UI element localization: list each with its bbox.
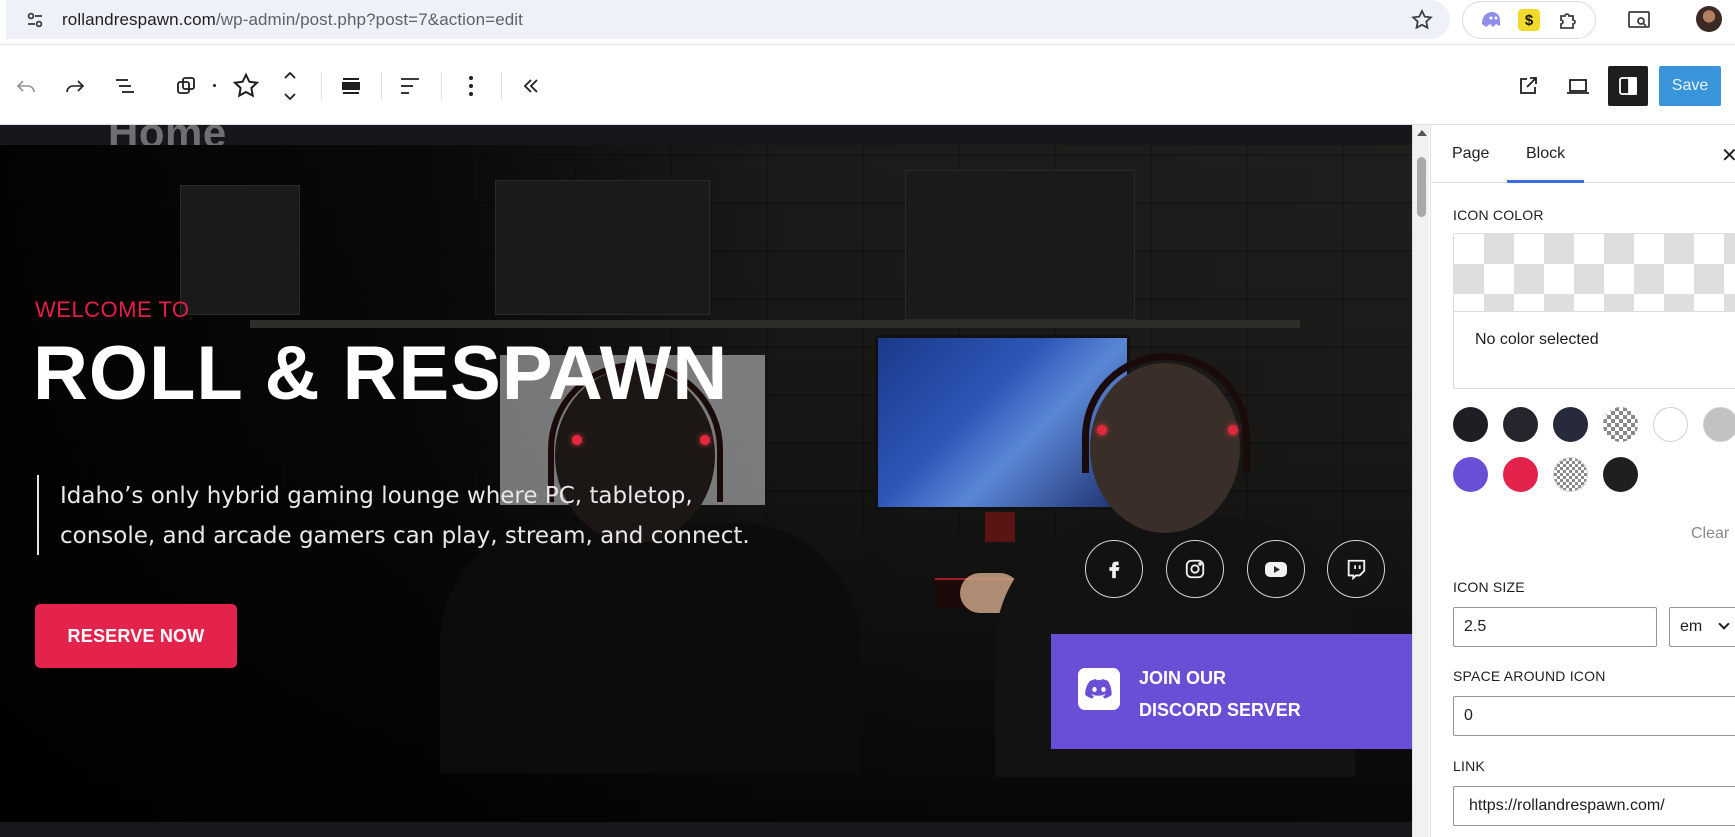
list-view-icon[interactable] [105,66,145,106]
browser-address-bar: rollandrespawn.com/wp-admin/post.php?pos… [0,0,1735,45]
discord-icon [1078,668,1120,710]
reserve-now-button[interactable]: RESERVE NOW [35,604,237,668]
headphone-led [700,435,710,445]
color-swatch[interactable] [1453,407,1488,442]
discord-line-1: JOIN OUR [1139,668,1227,688]
color-indicator[interactable]: No color selected [1453,233,1735,389]
url-host: rollandrespawn.com [62,9,216,29]
scroll-up-arrow-icon[interactable] [1417,130,1427,136]
puzzle-icon[interactable] [1555,7,1581,33]
undo-icon[interactable] [6,66,46,106]
url-path: /wp-admin/post.php?post=7&action=edit [215,9,524,29]
move-up-down-icon[interactable] [270,66,310,106]
chevron-down-icon [1718,618,1730,630]
sidebar-tabs: Page Block ✕ [1431,125,1735,183]
settings-sidebar: Page Block ✕ ICON COLOR No color selecte… [1430,125,1735,837]
bookmark-star-icon[interactable] [1410,8,1434,32]
s-extension-icon[interactable]: $ [1517,9,1540,31]
youtube-icon[interactable] [1247,540,1305,598]
site-info-icon[interactable] [20,5,50,35]
ghost-extension-icon[interactable] [1477,7,1503,33]
pc-tower [905,170,1135,320]
hero-title[interactable]: ROLL & RESPAWN [33,330,728,417]
icon-size-label: ICON SIZE [1453,579,1525,595]
color-swatch[interactable] [1553,457,1588,492]
extensions-group: $ [1462,1,1596,39]
color-swatch[interactable] [1503,407,1538,442]
color-swatch[interactable] [1453,457,1488,492]
star-icon[interactable] [226,66,266,106]
tab-search-icon[interactable] [1626,7,1652,33]
monitor-stand [985,512,1015,542]
headphone-led [1097,425,1107,435]
transparent-preview [1454,234,1735,312]
clear-button[interactable]: Clear [1691,525,1729,543]
link-input[interactable]: https://rollandrespawn.com/ [1453,786,1735,826]
url-field[interactable]: rollandrespawn.com/wp-admin/post.php?pos… [6,0,1450,39]
close-icon[interactable]: ✕ [1721,143,1735,168]
icon-size-input[interactable]: 2.5 [1453,607,1657,647]
toolbar-separator [441,72,442,100]
align-full-icon[interactable] [331,66,371,106]
more-options-icon[interactable] [451,66,491,106]
toolbar-separator [501,72,502,100]
space-around-icon-label: SPACE AROUND ICON [1453,668,1606,684]
view-external-icon[interactable] [1508,66,1548,106]
icon-color-label: ICON COLOR [1453,207,1544,223]
color-swatch[interactable] [1653,407,1688,442]
discord-banner[interactable]: JOIN OUR DISCORD SERVER [1051,634,1412,749]
discord-text: JOIN OUR DISCORD SERVER [1139,662,1301,726]
justify-left-icon[interactable] [390,66,430,106]
toolbar-dot [213,84,216,87]
toolbar-separator [381,72,382,100]
quote-bar [37,475,39,555]
save-button[interactable]: Save [1659,66,1721,106]
scrollbar-thumb[interactable] [1417,157,1426,217]
pc-tower [180,185,300,315]
redo-icon[interactable] [55,66,95,106]
pc-tower [495,180,710,315]
canvas-bottom-strip [0,822,1412,837]
color-swatch[interactable] [1703,407,1735,442]
gamer-left [440,523,860,773]
headphone-led [572,435,582,445]
space-around-icon-input[interactable]: 0 [1453,696,1735,736]
no-color-text: No color selected [1475,331,1599,348]
headphone-led [1228,425,1238,435]
color-swatch[interactable] [1553,407,1588,442]
tab-page[interactable]: Page [1452,145,1489,163]
welcome-heading[interactable]: WELCOME TO [35,297,190,323]
sidebar-toggle-icon[interactable] [1608,66,1648,106]
toolbar-separator [321,72,322,100]
shelf [250,320,1300,328]
instagram-icon[interactable] [1166,540,1224,598]
collapse-icon[interactable] [511,66,551,106]
tab-block[interactable]: Block [1526,145,1565,163]
url-text[interactable]: rollandrespawn.com/wp-admin/post.php?pos… [62,10,523,30]
link-label: LINK [1453,758,1485,774]
unit-value: em [1680,618,1703,635]
active-tab-indicator [1507,180,1584,183]
editor-canvas[interactable]: Home WELCOME TO ROLL & RESPAWN Idaho’s o… [0,125,1412,837]
editor-toolbar: Save [0,46,1735,125]
device-preview-icon[interactable] [1558,66,1598,106]
twitch-icon[interactable] [1327,540,1385,598]
duplicate-icon[interactable] [166,66,206,106]
color-swatch[interactable] [1603,407,1638,442]
color-swatch[interactable] [1603,457,1638,492]
facebook-icon[interactable] [1085,540,1143,598]
hero-description[interactable]: Idaho’s only hybrid gaming lounge where … [60,476,760,556]
canvas-scrollbar[interactable] [1412,125,1429,837]
color-swatch[interactable] [1503,457,1538,492]
avatar[interactable] [1696,6,1722,32]
discord-line-2: DISCORD SERVER [1139,700,1301,720]
icon-size-unit-select[interactable]: em [1669,607,1735,647]
